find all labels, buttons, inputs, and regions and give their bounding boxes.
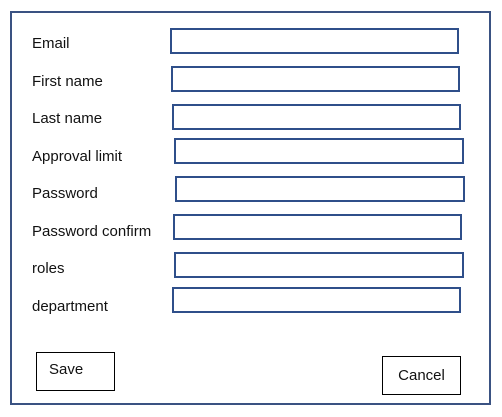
save-button[interactable]: Save	[36, 352, 115, 391]
department-label: department	[32, 298, 108, 315]
password-confirm-label: Password confirm	[32, 223, 152, 240]
cancel-button[interactable]: Cancel	[382, 356, 461, 395]
password-field[interactable]	[175, 176, 465, 202]
password-confirm-field[interactable]	[173, 214, 462, 240]
roles-field[interactable]	[174, 252, 464, 278]
roles-label: roles	[32, 260, 65, 277]
email-label: Email	[32, 35, 70, 52]
email-field[interactable]	[170, 28, 459, 54]
department-field[interactable]	[172, 287, 461, 313]
first-name-field[interactable]	[171, 66, 460, 92]
first-name-label: First name	[32, 73, 103, 90]
approval-limit-field[interactable]	[174, 138, 464, 164]
last-name-label: Last name	[32, 110, 103, 127]
password-label: Password	[32, 185, 98, 202]
last-name-field[interactable]	[172, 104, 461, 130]
approval-limit-label: Approval limit	[32, 148, 123, 165]
